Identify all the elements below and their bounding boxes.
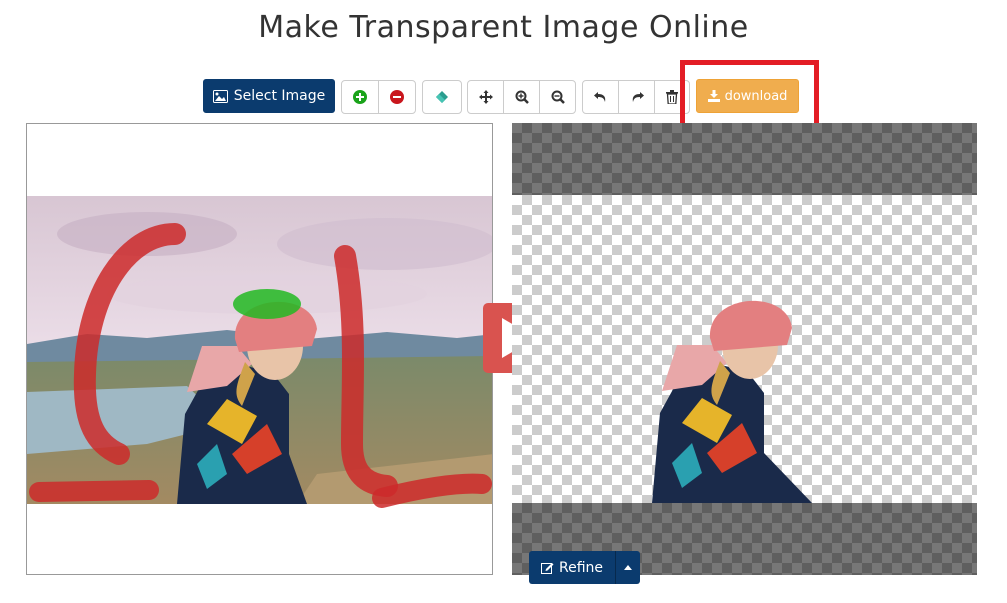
zoom-in-icon — [515, 90, 529, 104]
remove-area-button[interactable] — [378, 80, 416, 114]
undo-icon — [593, 92, 605, 102]
download-highlight-box — [680, 60, 819, 128]
refine-dropdown-toggle[interactable] — [616, 551, 641, 584]
select-image-button[interactable]: Select Image — [203, 79, 335, 113]
move-icon — [478, 90, 493, 104]
image-icon — [212, 89, 228, 103]
select-image-label: Select Image — [233, 88, 326, 104]
refine-button[interactable]: Refine — [529, 551, 617, 584]
redo-button[interactable] — [618, 80, 655, 114]
remove-icon — [390, 90, 404, 104]
eraser-button[interactable] — [422, 80, 462, 114]
keep-marker-stroke — [233, 289, 301, 319]
add-area-button[interactable] — [341, 80, 379, 114]
refine-button-group[interactable]: Refine — [529, 551, 641, 584]
move-button[interactable] — [467, 80, 504, 114]
preview-padding-top — [512, 123, 977, 195]
page-title: Make Transparent Image Online — [258, 10, 749, 45]
refine-label: Refine — [559, 559, 604, 576]
zoom-out-icon — [551, 90, 565, 104]
source-image-panel[interactable] — [26, 123, 493, 575]
trash-icon — [666, 90, 678, 104]
eraser-icon — [436, 91, 448, 103]
redo-icon — [632, 92, 644, 102]
add-icon — [353, 90, 367, 104]
caret-up-icon — [624, 565, 633, 570]
edit-icon — [541, 563, 554, 574]
zoom-in-button[interactable] — [503, 80, 540, 114]
source-photo-canvas[interactable] — [27, 124, 493, 575]
zoom-out-button[interactable] — [539, 80, 576, 114]
result-preview-panel — [512, 123, 977, 575]
remove-marker-stroke-bottom-left — [29, 480, 159, 502]
undo-button[interactable] — [582, 80, 619, 114]
transparent-result-image — [512, 195, 977, 503]
